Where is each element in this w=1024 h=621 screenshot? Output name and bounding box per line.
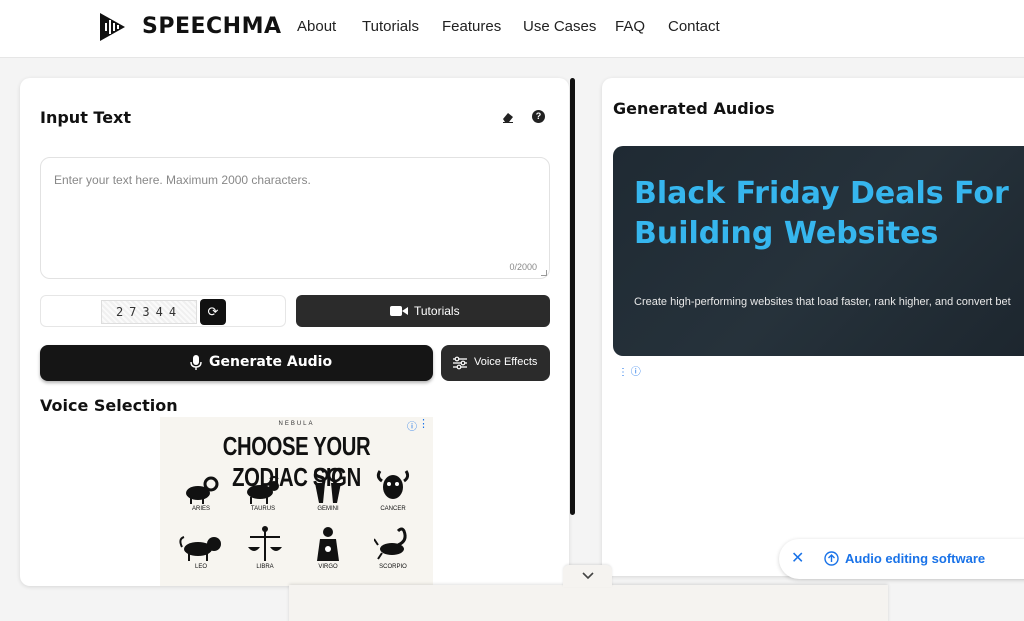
gemini-icon [313, 467, 343, 503]
zodiac-advertisement[interactable]: ⓘ ⋮ NEBULA CHOOSE YOUR ZODIAC SIGN ARIES… [160, 417, 433, 586]
video-camera-icon [390, 306, 408, 316]
resize-handle[interactable] [541, 270, 547, 276]
text-input[interactable]: Enter your text here. Maximum 2000 chara… [40, 157, 550, 279]
top-navbar: SPEECHMA About Tutorials Features Use Ca… [0, 0, 1024, 58]
generate-audio-button[interactable]: Generate Audio [40, 345, 433, 381]
close-icon[interactable]: ✕ [791, 548, 804, 568]
voice-effects-label: Voice Effects [474, 356, 538, 368]
output-panel: Generated Audios Black Friday Deals For … [602, 78, 1024, 576]
generated-audios-title: Generated Audios [613, 99, 775, 118]
virgo-sign: VIRGO [301, 525, 355, 570]
aries-icon [186, 476, 219, 504]
cancer-label: CANCER [380, 506, 406, 512]
taurus-sign: TAURUS [236, 475, 290, 512]
nav-faq[interactable]: FAQ [615, 18, 645, 35]
refresh-icon[interactable]: ⟳ [200, 299, 226, 325]
banner-subtext: Create high-performing websites that loa… [634, 296, 1011, 308]
cancer-sign: CANCER [366, 467, 420, 512]
input-text-title: Input Text [40, 108, 132, 127]
tutorials-button-label: Tutorials [414, 304, 460, 318]
libra-sign: LIBRA [238, 525, 292, 570]
aries-sign: ARIES [174, 475, 228, 512]
taurus-icon [247, 476, 279, 504]
nav-tutorials[interactable]: Tutorials [362, 18, 419, 35]
cancer-icon [376, 470, 410, 499]
help-icon[interactable]: ? [532, 110, 545, 123]
scorpio-label: SCORPIO [379, 564, 407, 570]
libra-icon [248, 526, 282, 561]
eraser-icon[interactable] [501, 110, 515, 124]
gemini-label: GEMINI [317, 506, 339, 512]
microphone-icon [190, 355, 202, 370]
nav-features[interactable]: Features [442, 18, 501, 35]
character-counter: 0/2000 [509, 262, 537, 272]
taurus-label: TAURUS [250, 506, 276, 512]
audio-editing-label: Audio editing software [845, 551, 986, 566]
tutorials-button[interactable]: Tutorials [296, 295, 550, 327]
leo-sign: LEO [174, 533, 228, 570]
sliders-icon [453, 356, 467, 370]
ad-brand: NEBULA [278, 421, 315, 427]
panel-scrollbar[interactable] [570, 78, 575, 515]
scorpio-icon [374, 527, 407, 560]
chevron-down-icon [581, 572, 594, 580]
aries-label: ARIES [191, 506, 210, 512]
voice-effects-button[interactable]: Voice Effects [441, 345, 550, 381]
scorpio-sign: SCORPIO [366, 525, 420, 570]
brand-name[interactable]: SPEECHMA [142, 14, 282, 39]
black-friday-ad[interactable]: Black Friday Deals For Building Websites… [613, 146, 1024, 356]
banner-headline: Black Friday Deals For Building Websites [634, 176, 1009, 251]
audio-editing-pill[interactable]: ✕ Audio editing software [779, 539, 1024, 579]
collapse-ad-button[interactable] [563, 565, 612, 587]
libra-label: LIBRA [256, 564, 274, 570]
leo-label: LEO [194, 564, 207, 570]
arrow-circle-icon [824, 551, 839, 566]
input-panel: Input Text ? Enter your text here. Maxim… [20, 78, 569, 586]
nav-contact[interactable]: Contact [668, 18, 720, 35]
speechma-logo-icon[interactable] [97, 11, 127, 43]
text-input-placeholder: Enter your text here. Maximum 2000 chara… [54, 173, 311, 187]
captcha-container: 27344 ⟳ [40, 295, 286, 327]
captcha-image: 27344 [101, 300, 197, 324]
nav-use-cases[interactable]: Use Cases [523, 18, 596, 35]
generate-audio-label: Generate Audio [209, 354, 333, 370]
virgo-icon [317, 527, 339, 561]
ad-options-icon[interactable]: ⋮ ⓘ [618, 363, 641, 378]
voice-selection-title: Voice Selection [40, 396, 178, 415]
gemini-sign: GEMINI [301, 467, 355, 512]
nav-about[interactable]: About [297, 18, 336, 35]
bottom-anchor-ad[interactable] [289, 585, 888, 621]
leo-icon [179, 536, 221, 561]
virgo-label: VIRGO [318, 564, 338, 570]
